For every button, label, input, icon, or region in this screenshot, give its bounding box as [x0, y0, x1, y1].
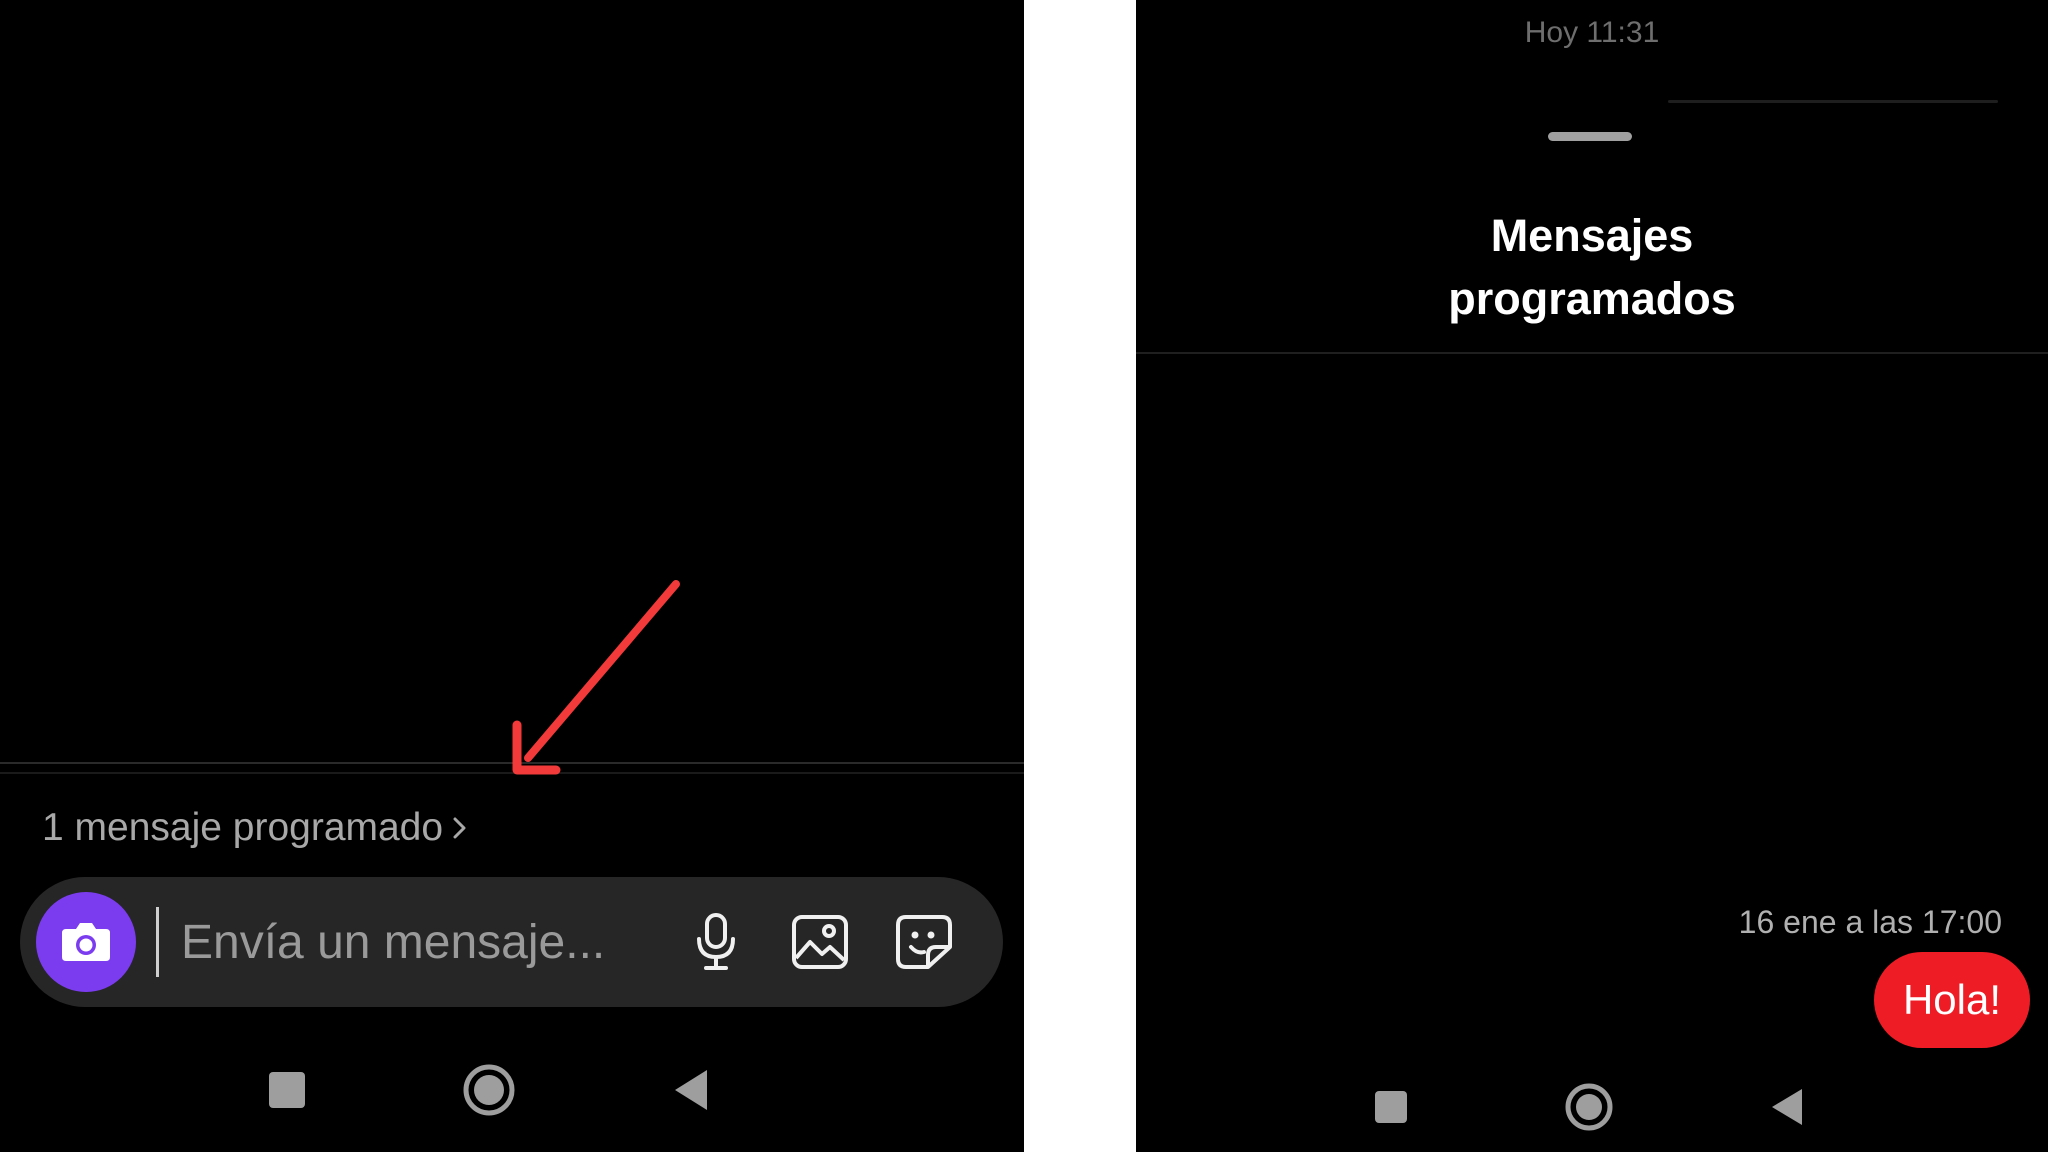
sheet-title: Mensajes programados — [1136, 204, 2048, 330]
gallery-button[interactable] — [788, 910, 852, 974]
divider — [1136, 352, 2048, 354]
home-button[interactable] — [1554, 1072, 1624, 1142]
sheet-title-text: Mensajes programados — [1448, 210, 1736, 324]
chat-screen: 1 mensaje programado — [0, 0, 1024, 1152]
scheduled-messages-label: 1 mensaje programado — [42, 806, 444, 849]
back-button[interactable] — [1752, 1072, 1822, 1142]
chevron-right-icon — [453, 816, 467, 840]
home-circle-icon — [463, 1064, 515, 1116]
scheduled-message-bubble[interactable]: Hola! — [1874, 952, 2030, 1048]
back-triangle-icon — [1772, 1089, 1802, 1125]
back-triangle-icon — [675, 1070, 707, 1110]
recents-square-icon — [1375, 1091, 1407, 1123]
recents-button[interactable] — [252, 1055, 322, 1125]
divider — [1668, 100, 1998, 103]
camera-button[interactable] — [36, 892, 136, 992]
divider — [0, 762, 1024, 764]
sticker-button[interactable] — [892, 910, 956, 974]
recents-button[interactable] — [1356, 1072, 1426, 1142]
chat-timestamp: Hoy 11:31 — [1524, 16, 1660, 49]
sheet-drag-handle[interactable] — [1548, 132, 1632, 141]
scheduled-messages-screen: Hoy 11:31 Mensajes programados 16 ene a … — [1136, 0, 2048, 1152]
home-circle-icon — [1565, 1083, 1613, 1131]
message-composer — [20, 877, 1003, 1007]
annotation-arrow-shaft — [524, 580, 680, 762]
message-input[interactable] — [156, 907, 661, 977]
camera-icon — [62, 923, 110, 961]
scheduled-time: 16 ene a las 17:00 — [1738, 904, 2002, 940]
image-icon — [792, 915, 848, 969]
scheduled-messages-link[interactable]: 1 mensaje programado — [42, 806, 467, 850]
divider — [0, 772, 1024, 774]
system-navbar — [252, 1055, 726, 1125]
system-navbar — [1356, 1072, 1822, 1142]
screenshot-composite: 1 mensaje programado Envía un mensaje...… — [0, 0, 2048, 1152]
recents-square-icon — [269, 1072, 305, 1108]
microphone-icon — [697, 913, 735, 970]
sticker-icon — [896, 915, 952, 969]
microphone-button[interactable] — [684, 910, 748, 974]
home-button[interactable] — [454, 1055, 524, 1125]
back-button[interactable] — [656, 1055, 726, 1125]
